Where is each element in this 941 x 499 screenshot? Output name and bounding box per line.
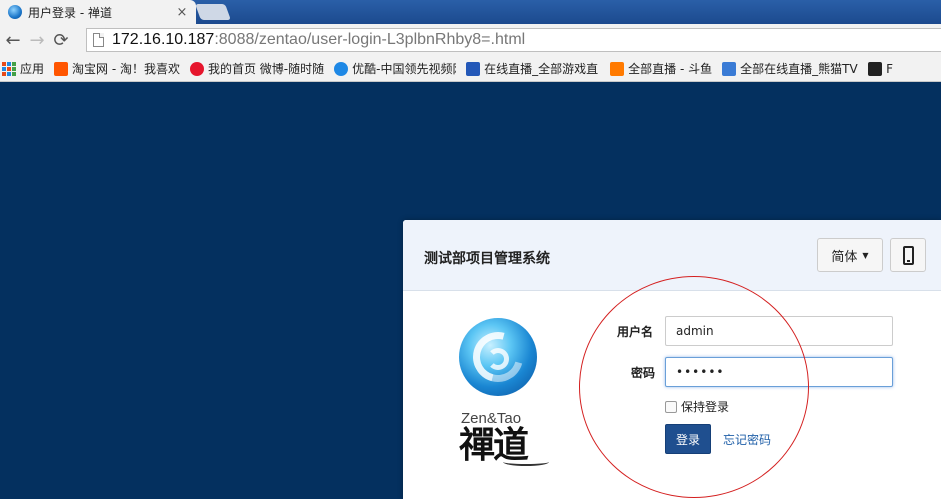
bookmark-more[interactable]: F [866,61,893,76]
bookmarks-bar: 应用 淘宝网 - 淘！我喜欢 我的首页 微博-随时随 优酷-中国领先视频网 在线… [0,56,941,82]
taobao-icon [54,61,69,76]
forgot-password-link[interactable]: 忘记密码 [723,431,771,448]
language-dropdown[interactable]: 简体 ▼ [817,238,883,272]
login-button[interactable]: 登录 [665,424,711,454]
bookmark-weibo[interactable]: 我的首页 微博-随时随 [188,60,324,77]
panda-tv-icon [722,61,737,76]
douyu-icon [610,61,625,76]
bookmark-panda[interactable]: 全部在线直播_熊猫TV [720,60,858,77]
username-input[interactable] [665,316,893,346]
reload-icon[interactable]: ⟳ [50,29,72,51]
login-panel: 测试部项目管理系统 简体 ▼ Zen&Tao 禪道 用户名 密码 保持登录 登录… [403,220,941,499]
language-label: 简体 [831,249,858,265]
username-label: 用户名 [617,325,654,339]
youku-play-icon [334,61,349,76]
caret-down-icon: ▼ [862,250,869,260]
remember-me[interactable]: 保持登录 [665,398,729,415]
browser-tab-active[interactable]: 用户登录 - 禅道 × [0,0,196,24]
brand-wave-decoration [503,458,549,466]
page-icon [93,33,104,47]
remember-checkbox[interactable] [665,400,677,413]
zentao-logo-icon [459,318,537,396]
zentao-favicon-icon [8,5,22,19]
browser-tabstrip: 用户登录 - 禅道 × [0,0,941,24]
close-icon[interactable]: × [174,5,190,20]
bookmark-taobao[interactable]: 淘宝网 - 淘！我喜欢 [52,60,180,77]
new-tab-button[interactable] [195,4,231,20]
bookmark-apps[interactable]: 应用 [0,60,44,77]
bookmark-zhanqi[interactable]: 在线直播_全部游戏直 [464,60,600,77]
login-panel-header: 测试部项目管理系统 简体 ▼ [403,220,941,291]
apps-grid-icon [2,61,16,76]
weibo-icon [189,61,204,76]
remember-label: 保持登录 [681,400,730,414]
address-bar[interactable]: 172.16.10.187:8088/zentao/user-login-L3p… [86,28,941,52]
browser-toolbar: ← → ⟳ 172.16.10.187:8088/zentao/user-log… [0,24,941,56]
system-title: 测试部项目管理系统 [424,251,550,267]
forward-arrow-icon[interactable]: → [26,29,48,51]
bookmark-douyu[interactable]: 全部直播 - 斗鱼 [608,60,712,77]
bookmark-youku[interactable]: 优酷-中国领先视频网 [332,60,456,77]
password-input[interactable] [665,357,893,387]
tab-title: 用户登录 - 禅道 [28,5,112,20]
url-text: 172.16.10.187:8088/zentao/user-login-L3p… [112,31,526,48]
play-forward-icon [868,61,883,76]
mobile-view-button[interactable] [890,238,926,272]
password-label: 密码 [631,366,656,380]
mobile-phone-icon [902,245,914,265]
red-annotation-circle [579,276,809,498]
zhanqi-flag-icon [466,61,481,76]
back-arrow-icon[interactable]: ← [2,29,24,51]
